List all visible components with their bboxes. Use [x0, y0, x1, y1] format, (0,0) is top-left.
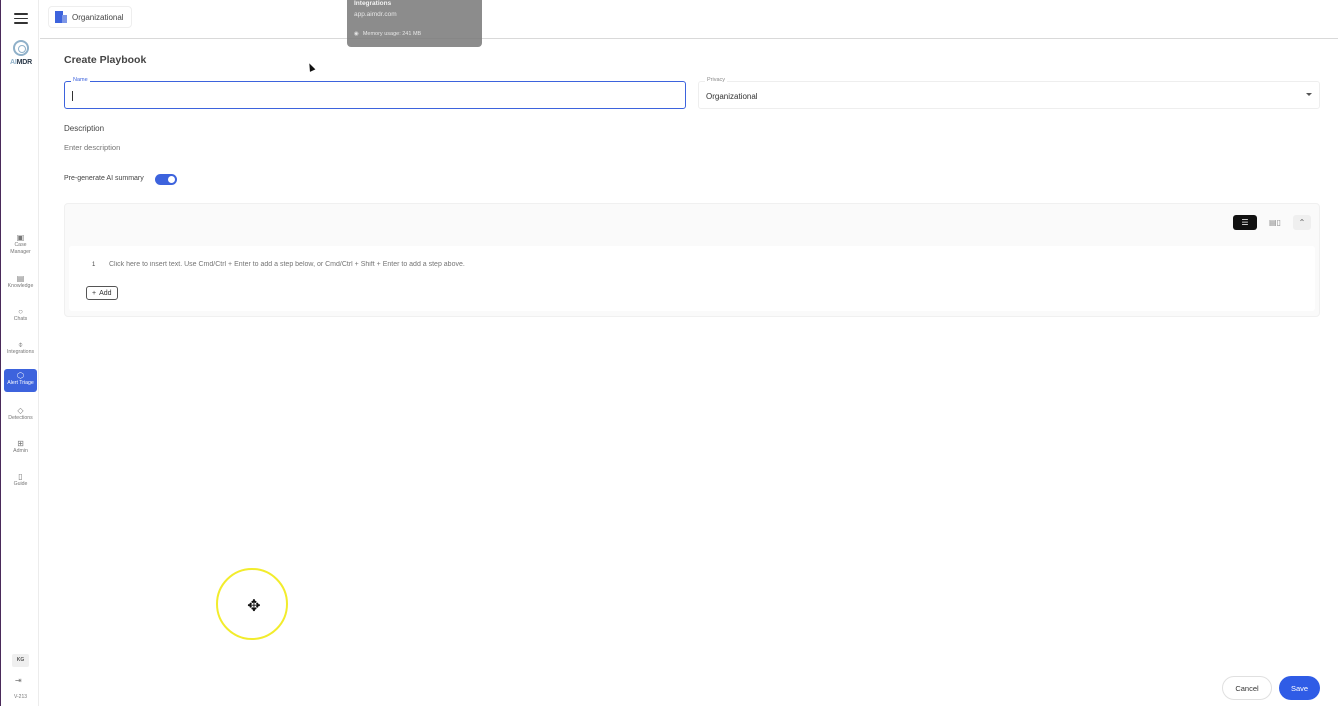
step-text-input[interactable] — [109, 261, 909, 268]
logout-icon[interactable]: ⇥ — [15, 676, 22, 685]
building-icon — [55, 11, 67, 23]
chat-bubble-icon: ○ — [18, 307, 23, 316]
cube-icon: ⬡ — [17, 371, 24, 380]
split-view-icon: ▤▯ — [1269, 218, 1281, 227]
app-logo[interactable]: AIMDR — [4, 40, 38, 66]
split-view-button[interactable]: ▤▯ — [1263, 215, 1287, 230]
hamburger-menu-icon[interactable] — [14, 13, 28, 25]
privacy-value: Organizational — [706, 92, 758, 101]
sidebar-item-knowledge[interactable]: ▤ Knowledge — [4, 272, 37, 298]
plug-icon: ⌽ — [18, 340, 23, 349]
sidebar-item-chats[interactable]: ○ Chats — [4, 305, 37, 331]
description-label: Description — [64, 124, 105, 133]
sidebar-item-integrations[interactable]: ⌽ Integrations — [4, 338, 37, 364]
user-avatar[interactable]: KG — [12, 654, 29, 667]
plus-icon: + — [92, 289, 97, 297]
eye-icon: ◉ — [354, 31, 359, 37]
move-cursor-icon: ✥ — [247, 598, 261, 615]
tab-hover-tooltip: Integrations app.aimdr.com ◉ Memory usage… — [347, 0, 482, 47]
chevron-up-icon: ⌃ — [1298, 218, 1306, 227]
sidebar-item-admin[interactable]: ⊞ Admin — [4, 437, 37, 463]
left-rail: AIMDR ▣ Case Manager ▤ Knowledge ○ Chats… — [0, 0, 39, 706]
name-field-label: Name — [71, 77, 90, 83]
organization-selector[interactable]: Organizational — [48, 6, 132, 28]
description-input[interactable] — [64, 143, 464, 152]
logo-mark-icon — [13, 40, 29, 56]
name-field[interactable]: Name — [64, 77, 686, 109]
collapse-button[interactable]: ⌃ — [1293, 215, 1311, 230]
step-list: 1 +Add — [69, 246, 1315, 311]
sidebar-item-alert-triage[interactable]: ⬡ Alert Triage — [4, 369, 37, 392]
ai-summary-toggle[interactable] — [155, 174, 177, 185]
logo-text: AIMDR — [10, 59, 32, 66]
dropdown-arrow-icon — [1306, 93, 1312, 96]
briefcase-icon: ▣ — [16, 233, 25, 242]
document-icon: ▤ — [16, 274, 25, 283]
step-number: 1 — [92, 262, 96, 268]
list-view-button[interactable]: ☰ — [1233, 215, 1257, 230]
ai-summary-label: Pre-generate AI summary — [64, 175, 144, 182]
sidebar-item-guide[interactable]: ▯ Guide — [4, 470, 37, 496]
sidebar-item-detections[interactable]: ◇ Detections — [4, 404, 37, 430]
cancel-button[interactable]: Cancel — [1222, 676, 1272, 700]
top-bar: Organizational — [40, 0, 1338, 39]
grid-icon: ⊞ — [17, 439, 24, 448]
list-icon: ☰ — [1241, 218, 1249, 227]
app-version: V-213 — [13, 694, 28, 700]
text-caret — [72, 91, 73, 101]
mouse-pointer-icon — [306, 62, 316, 72]
save-button[interactable]: Save — [1279, 676, 1320, 700]
privacy-select[interactable]: Privacy Organizational — [698, 77, 1320, 109]
privacy-field-label: Privacy — [705, 77, 728, 83]
book-icon: ▯ — [18, 472, 23, 481]
page-title: Create Playbook — [64, 54, 147, 66]
editor-toolbar: ☰ ▤▯ ⌃ — [1233, 215, 1311, 230]
playbook-steps-editor: ☰ ▤▯ ⌃ 1 +Add — [64, 203, 1320, 317]
name-input[interactable] — [71, 88, 671, 102]
shield-icon: ◇ — [17, 406, 24, 415]
sidebar-item-case-manager[interactable]: ▣ Case Manager — [4, 231, 37, 259]
add-step-button[interactable]: + Add — [86, 286, 118, 300]
